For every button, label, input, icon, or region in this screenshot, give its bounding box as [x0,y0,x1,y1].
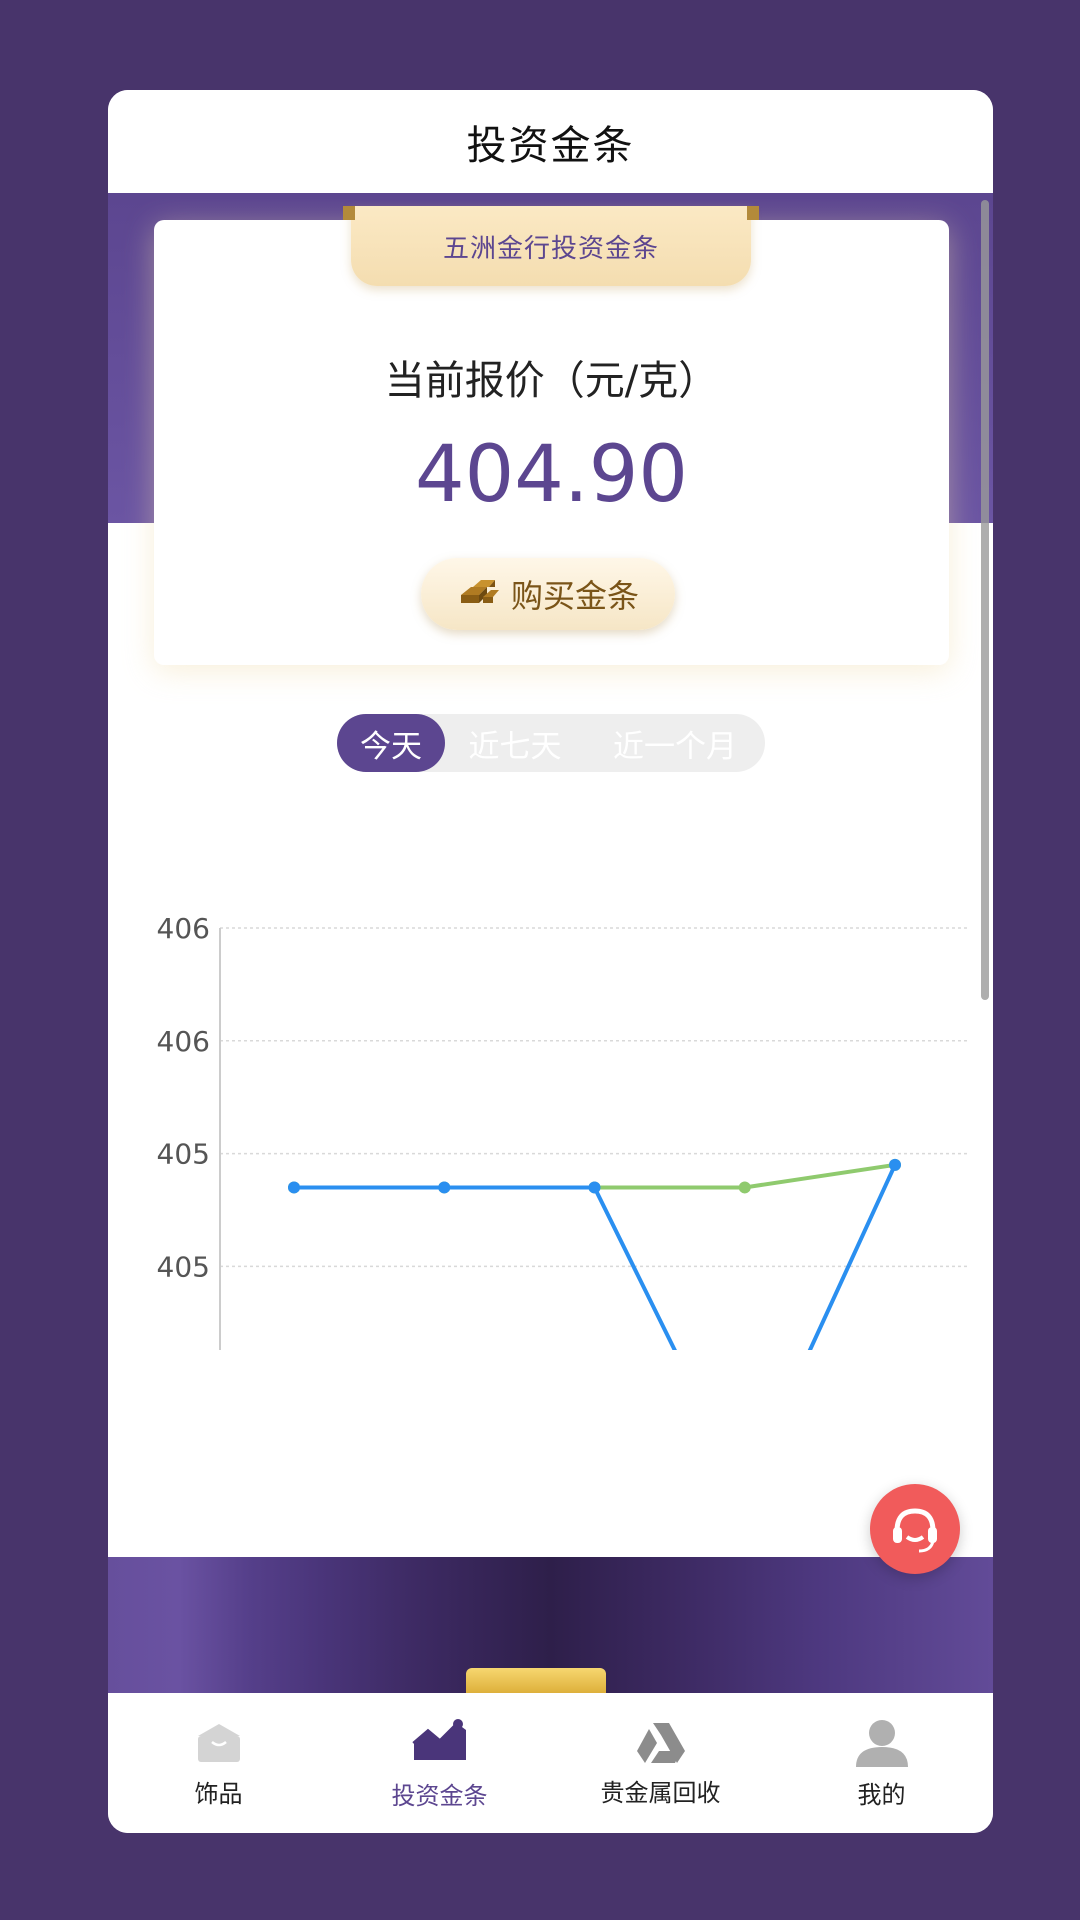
quote-label: 当前报价（元/克） [384,358,719,404]
tabbar-item-profile[interactable]: 我的 [771,1693,992,1833]
jewelry-box-icon [197,1723,240,1762]
tabbar-label-recycle: 贵金属回收 [600,1778,721,1807]
tab-today[interactable]: 今天 [337,714,445,772]
data-point [738,1181,751,1194]
buy-gold-label: 购买金条 [510,577,639,615]
tab-last-7-days[interactable]: 近七天 [445,714,585,772]
data-point [438,1181,451,1194]
y-tick-label: 406 [157,1025,210,1058]
price-card: 五洲金行投资金条 当前报价（元/克） 404.90 购买金条 [154,206,949,665]
y-tick-label: 405 [157,1138,210,1171]
headset-icon [893,1508,937,1553]
tabbar-item-jewelry[interactable]: 饰品 [108,1693,329,1833]
customer-service-button[interactable] [870,1484,960,1574]
data-point [588,1181,601,1194]
user-icon [855,1719,908,1767]
buy-gold-button[interactable]: 购买金条 [421,558,675,630]
bottom-tab-bar: 饰品 投资金条 贵金属回收 我的 [108,1693,993,1833]
gold-bars-icon [457,575,501,613]
time-range-selector: 今天 近七天 近一个月 [337,714,765,772]
recycle-triangle-icon [636,1722,685,1763]
data-point [288,1181,300,1194]
tabbar-item-gold-bar[interactable]: 投资金条 [329,1693,550,1833]
tab-last-month[interactable]: 近一个月 [585,714,765,772]
ribbon-title: 五洲金行投资金条 [343,206,759,286]
tabbar-label-profile: 我的 [857,1780,906,1809]
price-chart: 4044044054054064060003060910最低金价（元/克）最高金… [108,790,993,1605]
data-point [889,1158,901,1171]
tabbar-label-gold-bar: 投资金条 [391,1781,488,1810]
tabbar-label-jewelry: 饰品 [194,1779,243,1808]
price-chart-svg: 4044044054054064060003060910最低金价（元/克）最高金… [157,912,970,1605]
page-title: 投资金条 [108,90,993,193]
y-tick-label: 406 [157,912,210,945]
y-tick-label: 405 [157,1250,210,1283]
tabbar-item-recycle[interactable]: 贵金属回收 [550,1693,771,1833]
trend-chart-icon [411,1718,466,1760]
phone-screen: 投资金条 五洲金行投资金条 当前报价（元/克） 404.90 购买金条 今天 近… [108,90,993,1833]
current-price: 404.90 [415,430,688,520]
